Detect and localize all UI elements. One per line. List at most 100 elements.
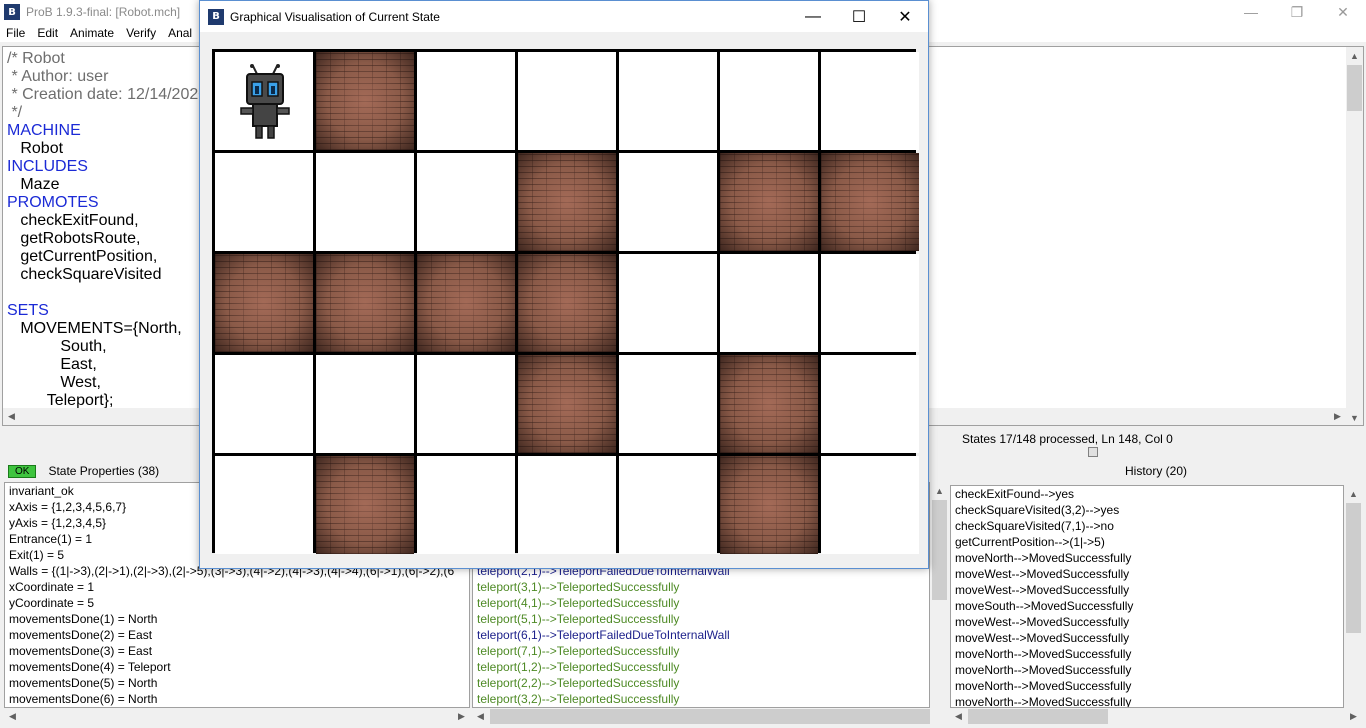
scroll-left-arrow-icon[interactable]: ◀ [950,708,967,725]
menu-file[interactable]: File [0,26,31,40]
history-item[interactable]: moveNorth-->MovedSuccessfully [951,550,1343,566]
code-line: * Creation date: 12/14/2020 [7,86,208,103]
history-item[interactable]: moveWest-->MovedSuccessfully [951,630,1343,646]
maze-empty-cell [619,254,717,352]
maze-empty-cell [619,355,717,453]
history-item[interactable]: moveNorth-->MovedSuccessfully [951,662,1343,678]
history-list[interactable]: checkExitFound-->yes checkSquareVisited(3… [950,485,1344,708]
pane-splitter-handle[interactable] [1088,447,1098,457]
history-vertical-scrollbar[interactable]: ▲ [1345,485,1362,708]
vis-minimize-button[interactable]: — [790,1,836,32]
operation-item[interactable]: teleport(3,1)-->TeleportedSuccessfully [473,579,929,595]
history-scroll-thumb[interactable] [1346,503,1361,633]
operation-item[interactable]: teleport(5,1)-->TeleportedSuccessfully [473,611,929,627]
history-item[interactable]: checkSquareVisited(3,2)-->yes [951,502,1343,518]
visualisation-titlebar[interactable]: B Graphical Visualisation of Current Sta… [200,1,928,32]
vis-close-button[interactable]: ✕ [882,1,928,32]
operation-item[interactable]: teleport(7,1)-->TeleportedSuccessfully [473,643,929,659]
maze-empty-cell [417,153,515,251]
maze-wall-cell [720,153,818,251]
state-property-item[interactable]: movementsDone(5) = North [5,675,469,691]
operation-item[interactable]: teleport(2,2)-->TeleportedSuccessfully [473,675,929,691]
status-text: States 17/148 processed, Ln 148, Col 0 [962,432,1173,446]
history-horizontal-scrollbar[interactable]: ◀ ▶ [950,708,1362,725]
props-horizontal-scrollbar[interactable]: ◀ ▶ [4,708,470,725]
scroll-up-arrow-icon[interactable]: ▲ [1345,485,1362,502]
history-item[interactable]: moveWest-->MovedSuccessfully [951,582,1343,598]
vis-maximize-button[interactable]: ☐ [836,1,882,32]
code-line: /* Robot [7,50,65,67]
operation-item[interactable]: teleport(4,1)-->TeleportedSuccessfully [473,595,929,611]
history-item[interactable]: moveNorth-->MovedSuccessfully [951,646,1343,662]
menu-animate[interactable]: Animate [64,26,120,40]
maze-wall-cell [720,355,818,453]
scroll-up-arrow-icon[interactable]: ▲ [931,482,948,499]
history-item[interactable]: checkSquareVisited(7,1)-->no [951,518,1343,534]
history-item[interactable]: moveNorth-->MovedSuccessfully [951,694,1343,707]
restore-icon: ❐ [1290,3,1304,20]
maze-empty-cell [417,355,515,453]
code-line: getRobotsRoute, [7,230,141,247]
code-line: PROMOTES [7,194,99,211]
operation-item[interactable]: teleport(6,1)-->TeleportFailedDueToInter… [473,627,929,643]
state-properties-title: State Properties (38) [48,464,160,478]
main-window-title: ProB 1.9.3-final: [Robot.mch] [26,5,181,19]
scroll-left-arrow-icon[interactable]: ◀ [4,708,21,725]
code-line: Robot [7,140,64,157]
maze-wall-cell [316,456,414,554]
scroll-down-arrow-icon[interactable]: ▼ [1346,409,1363,425]
code-line: MOVEMENTS={North, [7,320,182,337]
close-icon: ✕ [898,8,912,26]
scroll-right-arrow-icon[interactable]: ▶ [1329,408,1346,425]
prob-app: B ProB 1.9.3-final: [Robot.mch] — ❐ ✕ Fi… [0,0,1366,728]
scroll-left-arrow-icon[interactable]: ◀ [472,708,489,725]
ops-scroll-thumb[interactable] [932,500,947,600]
ops-vertical-scrollbar[interactable]: ▲ [931,482,948,708]
scroll-left-arrow-icon[interactable]: ◀ [3,408,20,425]
state-property-item[interactable]: xCoordinate = 1 [5,579,469,595]
state-property-item[interactable]: movementsDone(1) = North [5,611,469,627]
menu-edit[interactable]: Edit [31,26,64,40]
history-item[interactable]: moveNorth-->MovedSuccessfully [951,678,1343,694]
main-restore-button[interactable]: ❐ [1274,0,1320,24]
main-minimize-button[interactable]: — [1228,0,1274,24]
operation-item[interactable]: teleport(3,2)-->TeleportedSuccessfully [473,691,929,707]
editor-vertical-scrollbar[interactable]: ▲ ▼ [1346,47,1363,425]
maze-empty-cell [316,153,414,251]
scroll-right-arrow-icon[interactable]: ▶ [453,708,470,725]
state-property-item[interactable]: yCoordinate = 5 [5,595,469,611]
history-item[interactable]: getCurrentPosition-->(1|->5) [951,534,1343,550]
main-close-button[interactable]: ✕ [1320,0,1366,24]
maze-wall-cell [821,153,919,251]
code-line: SETS [7,302,49,319]
state-property-item[interactable]: movementsDone(3) = East [5,643,469,659]
scroll-up-arrow-icon[interactable]: ▲ [1346,47,1363,64]
history-item[interactable]: moveSouth-->MovedSuccessfully [951,598,1343,614]
operation-item[interactable]: teleport(1,2)-->TeleportedSuccessfully [473,659,929,675]
ops-horizontal-scrollbar[interactable]: ◀ [472,708,948,725]
menu-verify[interactable]: Verify [120,26,162,40]
history-item[interactable]: moveWest-->MovedSuccessfully [951,614,1343,630]
menu-analyse[interactable]: Anal [162,26,198,40]
minimize-icon: — [1244,4,1258,20]
history-item[interactable]: checkExitFound-->yes [951,486,1343,502]
maze-empty-cell [720,52,818,150]
source-code[interactable]: /* Robot * Author: user * Creation date:… [7,50,207,410]
state-property-item[interactable]: movementsDone(6) = North [5,691,469,707]
maze-empty-cell [821,456,919,554]
code-line: checkExitFound, [7,212,139,229]
scroll-right-arrow-icon[interactable]: ▶ [1345,708,1362,725]
close-icon: ✕ [1337,3,1349,20]
maze-empty-cell [316,355,414,453]
code-line: checkSquareVisited [7,266,162,283]
ops-hscroll-thumb[interactable] [490,709,930,724]
history-item[interactable]: moveWest-->MovedSuccessfully [951,566,1343,582]
main-window-controls: — ❐ ✕ [1228,0,1366,24]
prob-logo-icon: B [208,8,224,25]
state-property-item[interactable]: movementsDone(4) = Teleport [5,659,469,675]
editor-scroll-thumb[interactable] [1347,65,1362,111]
maze-wall-cell [518,153,616,251]
history-hscroll-thumb[interactable] [968,709,1108,724]
state-property-item[interactable]: movementsDone(2) = East [5,627,469,643]
